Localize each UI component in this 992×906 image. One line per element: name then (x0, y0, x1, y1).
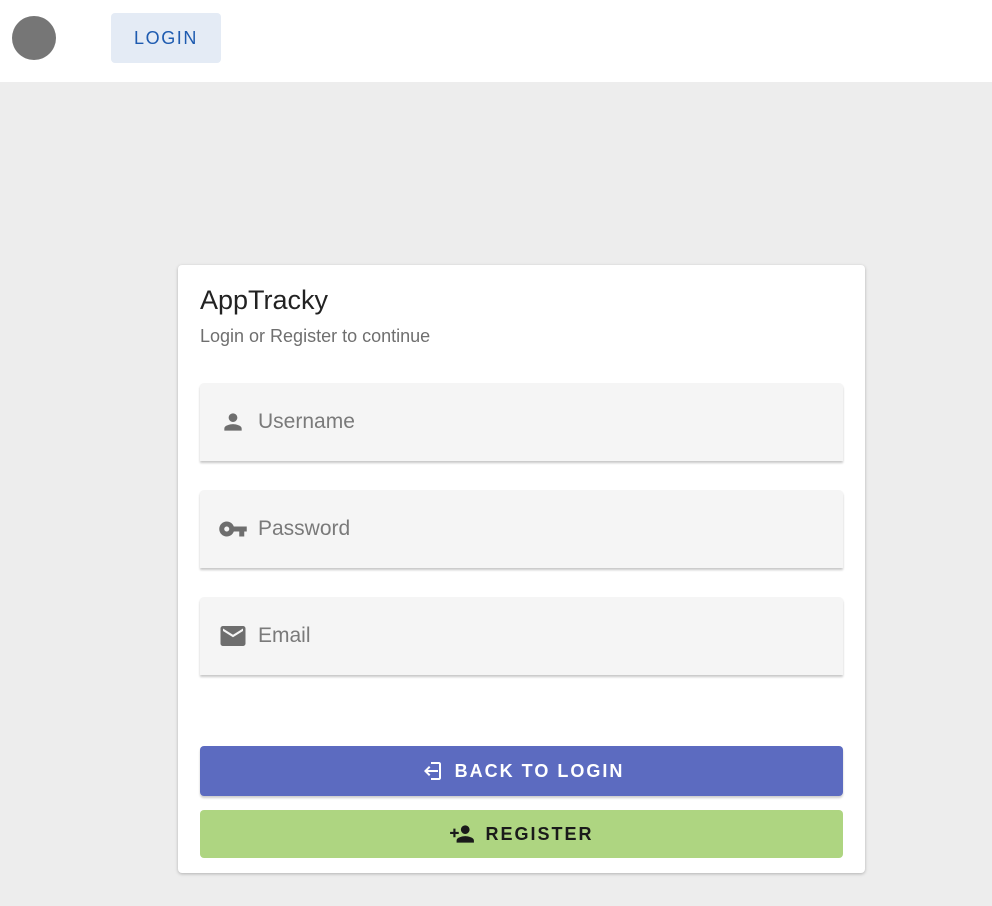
register-button[interactable]: REGISTER (200, 810, 843, 858)
password-field[interactable] (200, 490, 843, 568)
username-input[interactable] (258, 410, 818, 434)
email-input[interactable] (258, 624, 818, 648)
key-icon (216, 512, 250, 546)
register-card: AppTracky Login or Register to continue … (178, 265, 865, 873)
nav-login-button[interactable]: LOGIN (111, 13, 221, 63)
register-label: REGISTER (485, 823, 594, 844)
card-subtitle: Login or Register to continue (200, 326, 431, 346)
username-field[interactable] (200, 383, 843, 461)
person-icon (216, 405, 250, 439)
email-field[interactable] (200, 597, 843, 675)
login-icon (419, 758, 445, 784)
avatar[interactable] (12, 16, 56, 60)
top-app-bar: LOGIN (0, 0, 992, 82)
password-input[interactable] (258, 517, 818, 541)
card-title: AppTracky (200, 285, 329, 315)
back-to-login-button[interactable]: BACK TO LOGIN (200, 746, 843, 796)
person-add-icon (449, 821, 475, 847)
back-to-login-label: BACK TO LOGIN (454, 760, 625, 781)
email-icon (216, 619, 250, 653)
